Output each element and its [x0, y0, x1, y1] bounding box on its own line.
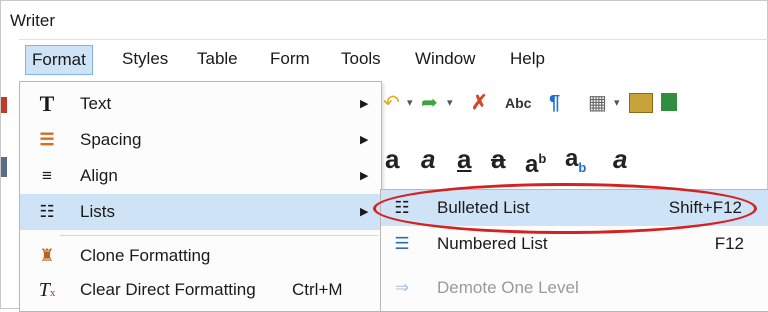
text-icon: T: [39, 91, 55, 116]
clear-formatting-icon: Tx: [38, 279, 56, 301]
formatting-marks-icon[interactable]: ¶: [549, 85, 560, 121]
format-menu: T Text ▶ ☰ Spacing ▶ ≡ Align ▶ ☷ Lists ▶…: [19, 81, 382, 312]
image-icon[interactable]: [629, 93, 653, 113]
toolbar-edge-icon-2: [1, 157, 7, 177]
format-menu-item-lists[interactable]: ☷ Lists ▶: [20, 194, 381, 230]
format-menu-item-clear-direct-formatting[interactable]: Tx Clear Direct Formatting Ctrl+M: [20, 272, 381, 308]
redo-icon[interactable]: ➦: [421, 85, 438, 121]
toolbar-edge-icon: [1, 97, 7, 113]
submenu-arrow-icon: ▶: [360, 170, 369, 182]
app-title: Writer: [10, 11, 56, 30]
superscript-icon[interactable]: ab: [525, 141, 546, 183]
table-dropdown-icon[interactable]: ▾: [614, 85, 620, 121]
demote-arrow-icon: ⇒: [394, 278, 410, 297]
underline-a-icon[interactable]: a: [457, 141, 471, 177]
format-menu-item-align[interactable]: ≡ Align ▶: [20, 158, 381, 194]
menu-help[interactable]: Help: [504, 45, 551, 73]
submenu-arrow-icon: ▶: [360, 134, 369, 146]
lists-submenu-item-demote-one-level[interactable]: ⇒ Demote One Level: [381, 270, 768, 306]
format-menu-item-text[interactable]: T Text ▶: [20, 86, 381, 122]
menu-separator: [60, 235, 378, 236]
clone-formatting-icon: ♜: [39, 246, 55, 265]
redo-dropdown-icon[interactable]: ▾: [447, 85, 453, 121]
numbered-list-icon: ☰: [394, 234, 410, 253]
menu-format[interactable]: Format: [25, 45, 93, 75]
annotation-highlight-oval: [373, 183, 757, 234]
chart-icon[interactable]: [661, 93, 677, 111]
menu-styles[interactable]: Styles: [116, 45, 174, 73]
strikethrough-a-icon[interactable]: a: [491, 141, 505, 177]
clear-format-a-icon[interactable]: a: [613, 141, 627, 177]
lists-icon: ☷: [39, 202, 55, 221]
bold-a-icon[interactable]: a: [385, 141, 399, 177]
menu-tools[interactable]: Tools: [335, 45, 387, 73]
subscript-icon[interactable]: ab: [565, 141, 586, 186]
menu-form[interactable]: Form: [264, 45, 316, 73]
app-window: Writer Format Styles Table Form Tools Wi…: [0, 0, 768, 312]
submenu-arrow-icon: ▶: [360, 206, 369, 218]
table-icon[interactable]: ▦: [588, 85, 607, 121]
undo-dropdown-icon[interactable]: ▾: [407, 85, 413, 121]
toolbar-fontwork: a a a a ab ab a: [381, 141, 768, 178]
submenu-arrow-icon: ▶: [360, 98, 369, 110]
menubar: Format Styles Table Form Tools Window He…: [19, 39, 768, 75]
italic-a-icon[interactable]: a: [421, 141, 435, 177]
toolbar-standard: ↶ ▾ ➦ ▾ ✗ Abc ¶ ▦ ▾: [381, 85, 768, 121]
menu-window[interactable]: Window: [409, 45, 481, 73]
format-menu-item-spacing[interactable]: ☰ Spacing ▶: [20, 122, 381, 158]
spacing-icon: ☰: [39, 130, 55, 149]
format-menu-item-clone-formatting[interactable]: ♜ Clone Formatting: [20, 238, 381, 274]
find-replace-icon[interactable]: ✗: [471, 85, 488, 121]
align-icon: ≡: [42, 166, 52, 185]
menu-table[interactable]: Table: [191, 45, 244, 73]
spellcheck-icon[interactable]: Abc: [505, 85, 531, 121]
undo-icon[interactable]: ↶: [383, 85, 400, 121]
